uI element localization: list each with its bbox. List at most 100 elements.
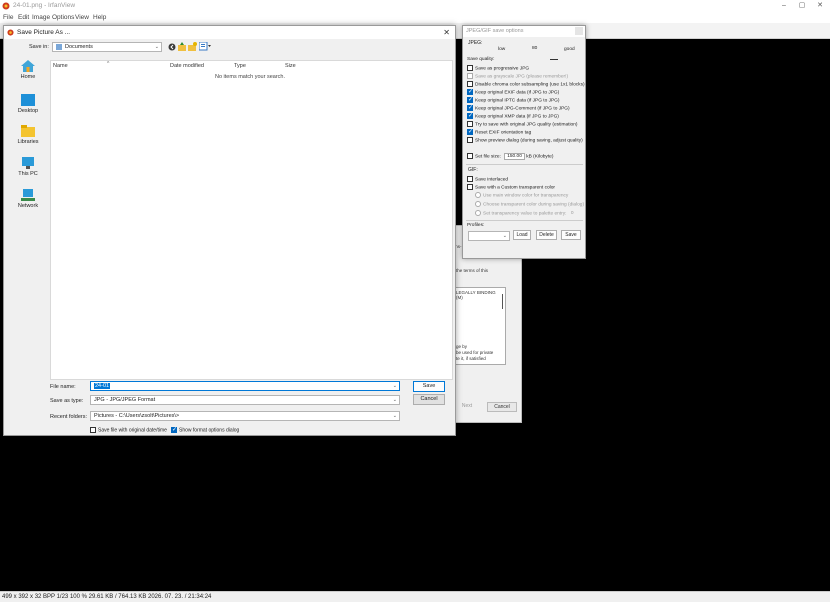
jpeg-option[interactable]: Disable chroma color subsampling (use 1x… bbox=[467, 81, 585, 87]
next-button[interactable]: Next bbox=[456, 402, 478, 412]
file-list[interactable]: Name ^ Date modified Type Size No items … bbox=[50, 60, 453, 380]
load-profile-button[interactable]: Load bbox=[513, 230, 531, 240]
jpeg-option[interactable]: Keep original IPTC data (if JPG to JPG) bbox=[467, 96, 560, 104]
recent-folders-select[interactable]: Pictures - C:\Users\zsolt\Pictures\> ⌄ bbox=[90, 411, 400, 421]
checkbox[interactable] bbox=[467, 65, 473, 71]
column-date-modified[interactable]: Date modified bbox=[170, 63, 204, 69]
dialog-close-icon[interactable]: ✕ bbox=[443, 28, 450, 37]
new-folder-icon[interactable] bbox=[188, 42, 197, 51]
place-libraries[interactable]: Libraries bbox=[8, 125, 48, 145]
libraries-icon bbox=[21, 125, 35, 137]
jpeg-option[interactable]: Reset EXIF orientation tag bbox=[467, 128, 532, 136]
radio[interactable] bbox=[475, 210, 481, 216]
place-label: Desktop bbox=[17, 108, 39, 114]
cancel-button[interactable]: Cancel bbox=[413, 394, 445, 405]
column-type[interactable]: Type bbox=[234, 63, 246, 69]
maximize-button[interactable]: ▢ bbox=[794, 1, 810, 11]
checkbox[interactable] bbox=[467, 128, 473, 135]
license-textbox[interactable]: LEGALLY BINDING (M) ge by be used for pr… bbox=[454, 287, 506, 365]
checkbox[interactable] bbox=[467, 73, 473, 79]
close-button[interactable]: ✕ bbox=[812, 1, 828, 11]
radio[interactable] bbox=[475, 192, 481, 198]
checkbox[interactable] bbox=[467, 176, 473, 182]
column-size[interactable]: Size bbox=[285, 63, 296, 69]
save-profile-button[interactable]: Save bbox=[561, 230, 581, 240]
column-name[interactable]: Name bbox=[53, 63, 68, 69]
statusbar: 499 x 392 x 32 BPP 1/23 100 % 29.61 KB /… bbox=[0, 591, 830, 602]
option-label: Use main window color for transparency bbox=[483, 193, 569, 199]
save-quality-label: Save quality: bbox=[467, 57, 495, 62]
gif-transparent-option[interactable]: Save with a Custom transparent color bbox=[467, 184, 555, 190]
jpeg-group-title: JPEG: bbox=[468, 40, 483, 46]
checkbox[interactable] bbox=[467, 88, 473, 95]
jpeg-option[interactable]: Try to save with original JPG quality (e… bbox=[467, 121, 577, 127]
checkbox[interactable] bbox=[467, 81, 473, 87]
radio-main-window-color[interactable]: Use main window color for transparency bbox=[475, 192, 568, 198]
view-menu-icon[interactable] bbox=[199, 42, 212, 51]
jpeg-option[interactable]: Save as progressive JPG bbox=[467, 65, 529, 71]
checkbox[interactable] bbox=[467, 153, 473, 159]
menu-help[interactable]: Help bbox=[93, 14, 106, 21]
checkbox[interactable] bbox=[90, 427, 96, 433]
save-as-type-select[interactable]: JPG - JPG/JPEG Format ⌄ bbox=[90, 395, 400, 405]
home-icon bbox=[21, 60, 35, 72]
profiles-select[interactable]: ⌄ bbox=[468, 231, 510, 241]
save-button[interactable]: Save bbox=[413, 381, 445, 392]
option-label: Keep original IPTC data (if JPG to JPG) bbox=[475, 98, 560, 104]
checkbox[interactable] bbox=[171, 426, 177, 433]
set-file-size-row[interactable]: Set file size: 150.00 kB (Kilobyte) bbox=[467, 153, 553, 161]
radio-palette-entry[interactable]: Set transparency value to palette entry:… bbox=[475, 210, 573, 216]
documents-folder-icon bbox=[56, 43, 62, 50]
menu-file[interactable]: File bbox=[3, 14, 13, 21]
checkbox[interactable] bbox=[467, 137, 473, 143]
computer-icon bbox=[22, 157, 34, 169]
quality-slider[interactable] bbox=[550, 59, 558, 60]
up-folder-icon[interactable] bbox=[178, 42, 186, 51]
palette-value[interactable]: 0 bbox=[571, 211, 574, 216]
checkbox[interactable] bbox=[467, 184, 473, 190]
menu-options[interactable]: Options bbox=[52, 14, 74, 21]
bg-text: te it, if satisfied bbox=[456, 356, 486, 361]
back-icon[interactable] bbox=[168, 43, 176, 51]
gif-interlaced-option[interactable]: Save interlaced bbox=[467, 176, 508, 182]
jpeg-option[interactable]: Keep original EXIF data (if JPG to JPG) bbox=[467, 88, 559, 95]
file-size-input[interactable]: 150.00 bbox=[504, 153, 525, 161]
menu-image[interactable]: Image bbox=[32, 14, 50, 21]
option-label: Reset EXIF orientation tag bbox=[475, 130, 532, 136]
original-date-checkbox[interactable]: Save file with original date/time bbox=[90, 427, 167, 433]
bg-cancel-button[interactable]: Cancel bbox=[487, 402, 517, 412]
places-bar: Home Desktop Libraries This PC Network bbox=[8, 54, 48, 354]
radio-choose-color[interactable]: Choose transparent color during saving (… bbox=[475, 201, 584, 207]
jpeg-option[interactable]: Keep original JPG-Comment (if JPG to JPG… bbox=[467, 104, 570, 111]
jpeg-gif-options-panel: JPEG/GIF save options JPEG: low 80 good … bbox=[462, 25, 586, 259]
checkbox[interactable] bbox=[467, 104, 473, 111]
checkbox[interactable] bbox=[467, 112, 473, 119]
radio[interactable] bbox=[475, 201, 481, 207]
place-desktop[interactable]: Desktop bbox=[8, 94, 48, 114]
show-format-options-checkbox[interactable]: Show format options dialog bbox=[171, 426, 239, 433]
save-picture-dialog: Save Picture As ... ✕ Save in: Documents… bbox=[3, 25, 456, 436]
option-label: Set transparency value to palette entry: bbox=[483, 211, 567, 217]
minimize-button[interactable]: – bbox=[776, 1, 792, 11]
place-home[interactable]: Home bbox=[8, 60, 48, 80]
jpeg-option[interactable]: Keep original XMP data (if JPG to JPG) bbox=[467, 112, 559, 119]
option-label: Save as grayscale JPG (please remember!) bbox=[475, 74, 569, 80]
jpeg-option[interactable]: Show preview dialog (during saving, adju… bbox=[467, 137, 583, 143]
save-in-value: Documents bbox=[65, 44, 93, 50]
checkbox[interactable] bbox=[467, 121, 473, 127]
save-in-combo[interactable]: Documents ⌄ bbox=[52, 42, 162, 52]
scrollbar[interactable] bbox=[502, 294, 503, 309]
delete-profile-button[interactable]: Delete bbox=[536, 230, 557, 240]
dialog-titlebar: Save Picture As ... ✕ bbox=[4, 26, 455, 39]
jpeg-option[interactable]: Save as grayscale JPG (please remember!) bbox=[467, 73, 568, 79]
option-label: Disable chroma color subsampling (use 1x… bbox=[475, 82, 585, 88]
place-network[interactable]: Network bbox=[8, 189, 48, 209]
options-close-icon[interactable] bbox=[575, 27, 583, 35]
save-as-type-label: Save as type: bbox=[50, 398, 84, 404]
quality-low-label: low bbox=[498, 47, 506, 52]
menu-edit[interactable]: Edit bbox=[18, 14, 29, 21]
file-name-input[interactable]: 24-01 ⌄ bbox=[90, 381, 400, 391]
menu-view[interactable]: View bbox=[75, 14, 89, 21]
checkbox[interactable] bbox=[467, 96, 473, 103]
place-this-pc[interactable]: This PC bbox=[8, 157, 48, 177]
